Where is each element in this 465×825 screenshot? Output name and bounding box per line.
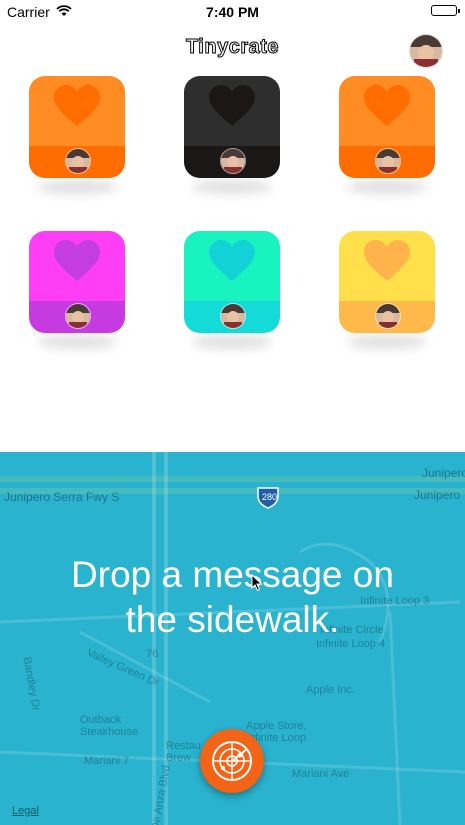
crate-avatar	[65, 303, 91, 329]
map-label-apple-inc: Apple Inc.	[306, 684, 355, 696]
heart-icon	[364, 240, 410, 281]
crate-tile[interactable]	[184, 76, 280, 178]
map-label-hwy-280: 280	[262, 492, 278, 502]
crate-tile[interactable]	[29, 76, 125, 178]
onboarding-headline: Drop a message on the sidewalk.	[20, 552, 445, 642]
crate-shadow	[192, 335, 272, 349]
radar-button[interactable]	[200, 729, 264, 793]
crate-shadow	[37, 180, 117, 194]
radar-icon	[212, 741, 252, 781]
crate-shadow	[192, 180, 272, 194]
crate-tile[interactable]	[29, 231, 125, 333]
map-view[interactable]: Junipero Junipero Serra Fwy S Junipero 2…	[0, 452, 465, 825]
heart-icon	[364, 85, 410, 126]
crate-shadow	[347, 335, 427, 349]
legal-link[interactable]: Legal	[12, 805, 39, 817]
crate-tile[interactable]	[339, 231, 435, 333]
map-label-route-76: 76	[146, 648, 159, 660]
crate-shadow	[37, 335, 117, 349]
crate-shadow	[347, 180, 427, 194]
heart-icon	[209, 240, 255, 281]
app-title: Tinycrate	[185, 36, 280, 59]
map-label-outback: Outback Steakhouse	[80, 714, 139, 738]
headline-line-1: Drop a message on	[71, 554, 394, 595]
map-label-junipero-2: Junipero	[414, 488, 461, 502]
battery-icon	[431, 5, 460, 16]
crate-tile[interactable]	[339, 76, 435, 178]
status-bar: Carrier 7:40 PM	[0, 0, 465, 24]
status-time: 7:40 PM	[206, 4, 259, 20]
crate-avatar	[220, 303, 246, 329]
profile-avatar[interactable]	[409, 34, 443, 68]
heart-icon	[54, 85, 100, 126]
map-label-junipero-1: Junipero	[422, 466, 465, 480]
map-label-apple-store: Apple Store, Infinite Loop	[246, 720, 307, 744]
map-label-mariani-7: Mariani 7	[84, 755, 130, 767]
map-label-restau: Restau Brew	[166, 740, 201, 764]
crate-tile[interactable]	[184, 231, 280, 333]
map-label-mariani: Mariani Ave	[292, 768, 350, 780]
crate-avatar	[375, 148, 401, 174]
heart-icon	[54, 240, 100, 281]
crate-avatar	[220, 148, 246, 174]
crate-avatar	[375, 303, 401, 329]
headline-line-2: the sidewalk.	[125, 599, 340, 640]
heart-icon	[209, 85, 255, 126]
pointer-cursor-icon	[251, 574, 263, 592]
map-label-junipero-serra: Junipero Serra Fwy S	[4, 490, 120, 504]
crate-avatar	[65, 148, 91, 174]
